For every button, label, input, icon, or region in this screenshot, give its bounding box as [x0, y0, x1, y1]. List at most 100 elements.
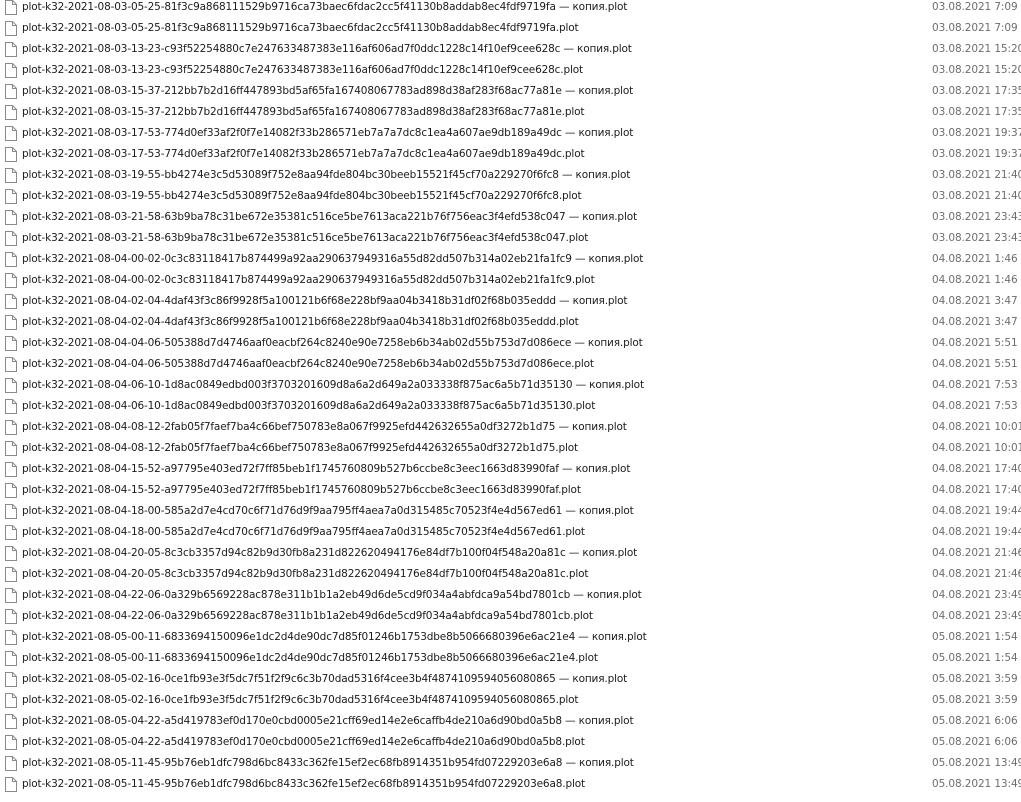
file-row[interactable]: plot-k32-2021-08-05-11-45-95b76eb1dfc798…	[0, 753, 1021, 774]
file-row[interactable]: plot-k32-2021-08-04-00-02-0c3c83118417b8…	[0, 249, 1021, 270]
file-icon	[5, 693, 17, 708]
file-name[interactable]: plot-k32-2021-08-05-04-22-a5d419783ef0d1…	[22, 711, 634, 732]
file-name[interactable]: plot-k32-2021-08-04-08-12-2fab05f7faef7b…	[22, 417, 627, 438]
file-name[interactable]: plot-k32-2021-08-03-05-25-81f3c9a8681115…	[22, 0, 627, 18]
file-row[interactable]: plot-k32-2021-08-04-15-52-a97795e403ed72…	[0, 459, 1021, 480]
file-name[interactable]: plot-k32-2021-08-03-21-58-63b9ba78c31be6…	[22, 207, 637, 228]
file-row[interactable]: plot-k32-2021-08-04-18-00-585a2d7e4cd70c…	[0, 522, 1021, 543]
file-date-modified: 03.08.2021 23:43	[932, 232, 1021, 244]
file-name[interactable]: plot-k32-2021-08-05-02-16-0ce1fb93e3f5dc…	[22, 690, 579, 711]
file-name[interactable]: plot-k32-2021-08-04-15-52-a97795e403ed72…	[22, 480, 581, 501]
file-row[interactable]: plot-k32-2021-08-03-19-55-bb4274e3c5d530…	[0, 165, 1021, 186]
file-row[interactable]: plot-k32-2021-08-04-02-04-4daf43f3c86f99…	[0, 312, 1021, 333]
file-name[interactable]: plot-k32-2021-08-03-17-53-774d0ef33af2f0…	[22, 123, 633, 144]
file-name[interactable]: plot-k32-2021-08-03-17-53-774d0ef33af2f0…	[22, 144, 585, 165]
file-row[interactable]: plot-k32-2021-08-04-20-05-8c3cb3357d94c8…	[0, 564, 1021, 585]
file-name[interactable]: plot-k32-2021-08-04-20-05-8c3cb3357d94c8…	[22, 564, 589, 585]
file-row[interactable]: plot-k32-2021-08-04-04-06-505388d7d4746a…	[0, 333, 1021, 354]
file-row[interactable]: plot-k32-2021-08-04-15-52-a97795e403ed72…	[0, 480, 1021, 501]
file-row[interactable]: plot-k32-2021-08-04-08-12-2fab05f7faef7b…	[0, 438, 1021, 459]
file-date-modified: 03.08.2021 7:09	[932, 1, 1018, 13]
file-date-modified: 03.08.2021 17:35	[932, 85, 1021, 97]
file-icon	[5, 315, 17, 330]
file-name[interactable]: plot-k32-2021-08-04-02-04-4daf43f3c86f99…	[22, 291, 628, 312]
file-row[interactable]: plot-k32-2021-08-04-22-06-0a329b6569228a…	[0, 606, 1021, 627]
file-name[interactable]: plot-k32-2021-08-04-00-02-0c3c83118417b8…	[22, 249, 643, 270]
file-name[interactable]: plot-k32-2021-08-05-02-16-0ce1fb93e3f5dc…	[22, 669, 627, 690]
file-name[interactable]: plot-k32-2021-08-05-00-11-6833694150096e…	[22, 648, 598, 669]
file-date-modified: 04.08.2021 10:01	[932, 421, 1021, 433]
file-name[interactable]: plot-k32-2021-08-03-21-58-63b9ba78c31be6…	[22, 228, 588, 249]
file-name[interactable]: plot-k32-2021-08-03-15-37-212bb7b2d16ff4…	[22, 81, 633, 102]
file-icon	[5, 273, 17, 288]
file-row[interactable]: plot-k32-2021-08-05-04-22-a5d419783ef0d1…	[0, 711, 1021, 732]
file-row[interactable]: plot-k32-2021-08-04-00-02-0c3c83118417b8…	[0, 270, 1021, 291]
file-row[interactable]: plot-k32-2021-08-05-02-16-0ce1fb93e3f5dc…	[0, 669, 1021, 690]
file-name[interactable]: plot-k32-2021-08-04-18-00-585a2d7e4cd70c…	[22, 522, 585, 543]
file-row[interactable]: plot-k32-2021-08-03-05-25-81f3c9a8681115…	[0, 18, 1021, 39]
file-name[interactable]: plot-k32-2021-08-04-08-12-2fab05f7faef7b…	[22, 438, 578, 459]
file-row[interactable]: plot-k32-2021-08-03-15-37-212bb7b2d16ff4…	[0, 81, 1021, 102]
file-row[interactable]: plot-k32-2021-08-03-17-53-774d0ef33af2f0…	[0, 123, 1021, 144]
file-name[interactable]: plot-k32-2021-08-04-22-06-0a329b6569228a…	[22, 606, 593, 627]
file-date-modified: 03.08.2021 19:37	[932, 148, 1021, 160]
file-row[interactable]: plot-k32-2021-08-05-00-11-6833694150096e…	[0, 648, 1021, 669]
file-date-modified: 04.08.2021 10:01	[932, 442, 1021, 454]
file-row[interactable]: plot-k32-2021-08-03-13-23-c93f52254880c7…	[0, 39, 1021, 60]
file-row[interactable]: plot-k32-2021-08-03-21-58-63b9ba78c31be6…	[0, 207, 1021, 228]
file-row[interactable]: plot-k32-2021-08-05-11-45-95b76eb1dfc798…	[0, 774, 1021, 795]
file-row[interactable]: plot-k32-2021-08-03-17-53-774d0ef33af2f0…	[0, 144, 1021, 165]
file-row[interactable]: plot-k32-2021-08-03-05-25-81f3c9a8681115…	[0, 0, 1021, 18]
file-name[interactable]: plot-k32-2021-08-03-19-55-bb4274e3c5d530…	[22, 186, 582, 207]
file-row[interactable]: plot-k32-2021-08-03-19-55-bb4274e3c5d530…	[0, 186, 1021, 207]
file-name[interactable]: plot-k32-2021-08-04-06-10-1d8ac0849edbd0…	[22, 396, 595, 417]
file-row[interactable]: plot-k32-2021-08-04-18-00-585a2d7e4cd70c…	[0, 501, 1021, 522]
file-row[interactable]: plot-k32-2021-08-03-13-23-c93f52254880c7…	[0, 60, 1021, 81]
file-date-modified: 05.08.2021 13:49	[932, 778, 1021, 790]
file-name[interactable]: plot-k32-2021-08-05-11-45-95b76eb1dfc798…	[22, 774, 585, 795]
file-date-modified: 03.08.2021 23:43	[932, 211, 1021, 223]
file-name[interactable]: plot-k32-2021-08-04-22-06-0a329b6569228a…	[22, 585, 642, 606]
file-row[interactable]: plot-k32-2021-08-04-06-10-1d8ac0849edbd0…	[0, 396, 1021, 417]
file-name[interactable]: plot-k32-2021-08-04-02-04-4daf43f3c86f99…	[22, 312, 579, 333]
file-icon	[5, 42, 17, 57]
file-name[interactable]: plot-k32-2021-08-04-00-02-0c3c83118417b8…	[22, 270, 595, 291]
file-date-modified: 04.08.2021 21:46	[932, 547, 1021, 559]
file-date-modified: 03.08.2021 15:20	[932, 64, 1021, 76]
file-name[interactable]: plot-k32-2021-08-03-13-23-c93f52254880c7…	[22, 39, 632, 60]
file-date-modified: 05.08.2021 6:06	[932, 715, 1018, 727]
file-name[interactable]: plot-k32-2021-08-03-13-23-c93f52254880c7…	[22, 60, 583, 81]
file-name[interactable]: plot-k32-2021-08-03-15-37-212bb7b2d16ff4…	[22, 102, 585, 123]
file-row[interactable]: plot-k32-2021-08-04-20-05-8c3cb3357d94c8…	[0, 543, 1021, 564]
file-name[interactable]: plot-k32-2021-08-04-20-05-8c3cb3357d94c8…	[22, 543, 637, 564]
file-row[interactable]: plot-k32-2021-08-03-15-37-212bb7b2d16ff4…	[0, 102, 1021, 123]
file-row[interactable]: plot-k32-2021-08-04-02-04-4daf43f3c86f99…	[0, 291, 1021, 312]
file-row[interactable]: plot-k32-2021-08-05-00-11-6833694150096e…	[0, 627, 1021, 648]
file-name[interactable]: plot-k32-2021-08-04-06-10-1d8ac0849edbd0…	[22, 375, 644, 396]
file-name[interactable]: plot-k32-2021-08-03-19-55-bb4274e3c5d530…	[22, 165, 630, 186]
file-row[interactable]: plot-k32-2021-08-05-02-16-0ce1fb93e3f5dc…	[0, 690, 1021, 711]
file-date-modified: 04.08.2021 1:46	[932, 274, 1018, 286]
file-name[interactable]: plot-k32-2021-08-04-18-00-585a2d7e4cd70c…	[22, 501, 634, 522]
file-name[interactable]: plot-k32-2021-08-05-11-45-95b76eb1dfc798…	[22, 753, 634, 774]
file-date-modified: 03.08.2021 7:09	[932, 22, 1018, 34]
file-name[interactable]: plot-k32-2021-08-04-04-06-505388d7d4746a…	[22, 333, 643, 354]
file-name[interactable]: plot-k32-2021-08-05-04-22-a5d419783ef0d1…	[22, 732, 585, 753]
file-row[interactable]: plot-k32-2021-08-04-04-06-505388d7d4746a…	[0, 354, 1021, 375]
file-row[interactable]: plot-k32-2021-08-04-06-10-1d8ac0849edbd0…	[0, 375, 1021, 396]
file-row[interactable]: plot-k32-2021-08-05-04-22-a5d419783ef0d1…	[0, 732, 1021, 753]
file-name[interactable]: plot-k32-2021-08-04-15-52-a97795e403ed72…	[22, 459, 630, 480]
file-name[interactable]: plot-k32-2021-08-03-05-25-81f3c9a8681115…	[22, 18, 579, 39]
file-date-modified: 04.08.2021 5:51	[932, 337, 1018, 349]
file-icon	[5, 588, 17, 603]
file-icon	[5, 84, 17, 99]
file-date-modified: 04.08.2021 3:47	[932, 295, 1018, 307]
file-name[interactable]: plot-k32-2021-08-05-00-11-6833694150096e…	[22, 627, 647, 648]
file-name[interactable]: plot-k32-2021-08-04-04-06-505388d7d4746a…	[22, 354, 594, 375]
file-row[interactable]: plot-k32-2021-08-04-22-06-0a329b6569228a…	[0, 585, 1021, 606]
file-date-modified: 05.08.2021 3:59	[932, 673, 1018, 685]
file-date-modified: 04.08.2021 17:40	[932, 484, 1021, 496]
file-row[interactable]: plot-k32-2021-08-04-08-12-2fab05f7faef7b…	[0, 417, 1021, 438]
file-date-modified: 04.08.2021 7:53	[932, 400, 1018, 412]
file-row[interactable]: plot-k32-2021-08-03-21-58-63b9ba78c31be6…	[0, 228, 1021, 249]
